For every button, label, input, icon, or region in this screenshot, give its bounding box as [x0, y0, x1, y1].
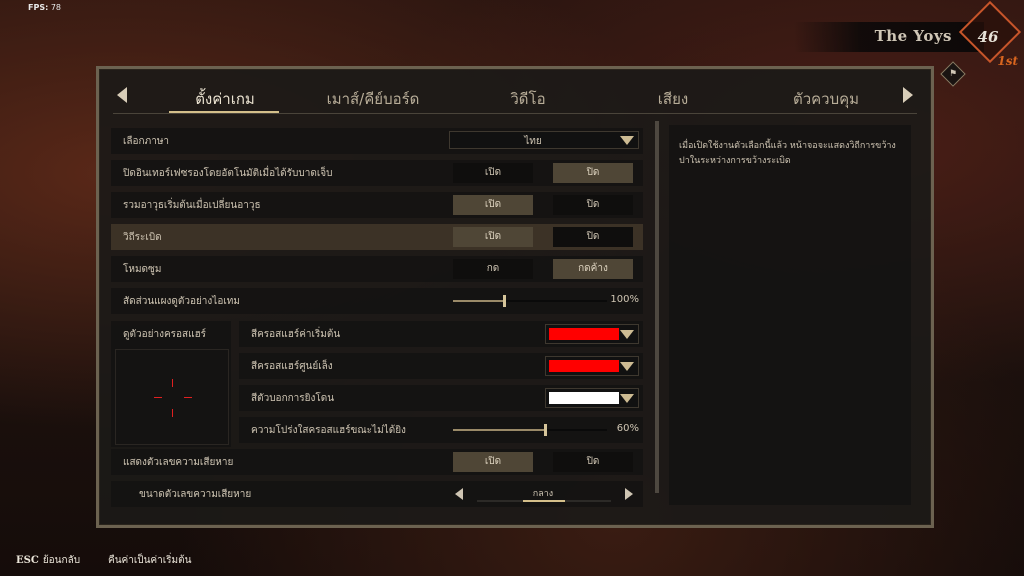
tab-game-settings[interactable]: ตั้งค่าเกม — [173, 87, 277, 111]
crosshair-left — [154, 397, 162, 398]
crosshair-preview-panel: ดูตัวอย่างครอสแฮร์ — [111, 321, 231, 447]
tab-prev-icon[interactable] — [117, 87, 127, 103]
crosshair-preview — [115, 349, 229, 445]
color-fill — [549, 360, 619, 372]
setting-label: สีครอสแฮร์ค่าเริ่มต้น — [251, 329, 341, 340]
slider-fill — [453, 429, 545, 431]
settings-scrollbar[interactable] — [655, 121, 659, 493]
toggle-on-button[interactable]: เปิด — [453, 195, 533, 215]
setting-item-preview-scale[interactable]: สัดส่วนแผงดูตัวอย่างไอเทม 100% — [111, 288, 643, 314]
back-button[interactable]: ย้อนกลับ — [43, 555, 80, 566]
toggle-on-button[interactable]: เปิด — [453, 452, 533, 472]
tab-audio[interactable]: เสียง — [643, 87, 703, 111]
stepper-value: กลาง — [532, 489, 554, 499]
setting-label: ความโปร่งใสครอสแฮร์ขณะไม่ได้ยิง — [251, 425, 406, 436]
tab-mouse-keyboard[interactable]: เมาส์/คีย์บอร์ด — [309, 87, 437, 111]
toggle-off-button[interactable]: ปิด — [553, 452, 633, 472]
crosshair-top — [172, 379, 173, 387]
stepper-indicator — [477, 500, 611, 502]
esc-key-hint[interactable]: ESC — [16, 555, 39, 566]
setting-crosshair-center-color[interactable]: สีครอสแฮร์ศูนย์เล็ง — [239, 353, 643, 379]
setting-label: วิถีระเบิด — [123, 232, 162, 243]
toggle-off-button[interactable]: ปิด — [553, 227, 633, 247]
crosshair-opacity-slider[interactable] — [453, 424, 607, 436]
toggle-press-button[interactable]: กด — [453, 259, 533, 279]
player-rank: 1st — [997, 54, 1018, 68]
color-fill — [549, 392, 619, 404]
setting-damage-numbers[interactable]: แสดงตัวเลขความเสียหาย เปิด ปิด — [111, 449, 643, 475]
player-level: 46 — [977, 28, 999, 46]
setting-zoom-mode[interactable]: โหมดซูม กด กดค้าง — [111, 256, 643, 282]
setting-crosshair-opacity[interactable]: ความโปร่งใสครอสแฮร์ขณะไม่ได้ยิง 60% — [239, 417, 643, 443]
setting-crosshair-default-color[interactable]: สีครอสแฮร์ค่าเริ่มต้น — [239, 321, 643, 347]
player-name: The Yoys — [874, 27, 952, 45]
tab-controls[interactable]: ตัวควบคุม — [781, 87, 871, 111]
color-fill — [549, 328, 619, 340]
setting-weapon-merge[interactable]: รวมอาวุธเริ่มต้นเมื่อเปลี่ยนอาวุธ เปิด ป… — [111, 192, 643, 218]
fps-counter: FPS: 78 — [28, 3, 62, 12]
chevron-down-icon — [620, 136, 634, 145]
setting-hit-marker-color[interactable]: สีตัวบอกการยิงโดน — [239, 385, 643, 411]
toggle-off-button[interactable]: ปิด — [553, 163, 633, 183]
flag-icon[interactable]: ⚑ — [940, 61, 966, 87]
item-preview-slider[interactable] — [453, 295, 607, 307]
setting-label: โหมดซูม — [123, 264, 162, 275]
setting-label: แสดงตัวเลขความเสียหาย — [123, 457, 234, 468]
chevron-down-icon — [620, 394, 634, 403]
setting-label: เลือกภาษา — [123, 136, 170, 147]
setting-label: ขนาดตัวเลขความเสียหาย — [139, 489, 252, 500]
setting-damage-number-size[interactable]: ขนาดตัวเลขความเสียหาย กลาง — [111, 481, 643, 507]
player-profile[interactable]: The Yoys 46 1st ⚑ — [784, 0, 1024, 87]
chevron-left-icon[interactable] — [455, 488, 463, 500]
description-panel: เมื่อเปิดใช้งานตัวเลือกนี้แล้ว หน้าจอจะแ… — [669, 125, 911, 505]
footer-hints: ESC ย้อนกลับ คืนค่าเป็นค่าเริ่มต้น — [16, 553, 191, 568]
color-picker-dropdown[interactable] — [545, 388, 639, 408]
toggle-hold-button[interactable]: กดค้าง — [553, 259, 633, 279]
setting-label: ปิดอินเทอร์เฟซรองโดยอัตโนมัติเมื่อได้รับ… — [123, 168, 333, 179]
setting-label: รวมอาวุธเริ่มต้นเมื่อเปลี่ยนอาวุธ — [123, 200, 261, 211]
crosshair-preview-label: ดูตัวอย่างครอสแฮร์ — [123, 329, 207, 340]
setting-label: สีครอสแฮร์ศูนย์เล็ง — [251, 361, 333, 372]
chevron-down-icon — [620, 362, 634, 371]
scrollbar-thumb[interactable] — [655, 121, 659, 493]
slider-value: 60% — [616, 423, 639, 434]
settings-panel: ตั้งค่าเกม เมาส์/คีย์บอร์ด วิดีโอ เสียง … — [96, 66, 934, 528]
tab-video[interactable]: วิดีโอ — [493, 87, 563, 111]
tab-divider — [113, 113, 917, 114]
setting-label: สีตัวบอกการยิงโดน — [251, 393, 335, 404]
crosshair-bottom — [172, 409, 173, 417]
slider-fill — [453, 300, 504, 302]
slider-handle[interactable] — [503, 295, 506, 307]
toggle-off-button[interactable]: ปิด — [553, 195, 633, 215]
active-tab-underline — [169, 111, 279, 113]
color-picker-dropdown[interactable] — [545, 324, 639, 344]
slider-handle[interactable] — [544, 424, 547, 436]
toggle-on-button[interactable]: เปิด — [453, 227, 533, 247]
setting-label: สัดส่วนแผงดูตัวอย่างไอเทม — [123, 296, 240, 307]
chevron-right-icon[interactable] — [625, 488, 633, 500]
slider-value: 100% — [610, 294, 639, 305]
crosshair-right — [184, 397, 192, 398]
setting-language[interactable]: เลือกภาษา ไทย — [111, 128, 643, 154]
toggle-on-button[interactable]: เปิด — [453, 163, 533, 183]
color-picker-dropdown[interactable] — [545, 356, 639, 376]
description-text: เมื่อเปิดใช้งานตัวเลือกนี้แล้ว หน้าจอจะแ… — [679, 141, 896, 166]
tab-next-icon[interactable] — [903, 87, 913, 103]
language-dropdown[interactable]: ไทย — [449, 131, 639, 149]
chevron-down-icon — [620, 330, 634, 339]
dropdown-value: ไทย — [524, 136, 542, 147]
setting-auto-close-ui[interactable]: ปิดอินเทอร์เฟซรองโดยอัตโนมัติเมื่อได้รับ… — [111, 160, 643, 186]
tab-bar: ตั้งค่าเกม เมาส์/คีย์บอร์ด วิดีโอ เสียง … — [113, 79, 917, 115]
setting-grenade-trajectory[interactable]: วิถีระเบิด เปิด ปิด — [111, 224, 643, 250]
reset-defaults-button[interactable]: คืนค่าเป็นค่าเริ่มต้น — [108, 553, 191, 568]
